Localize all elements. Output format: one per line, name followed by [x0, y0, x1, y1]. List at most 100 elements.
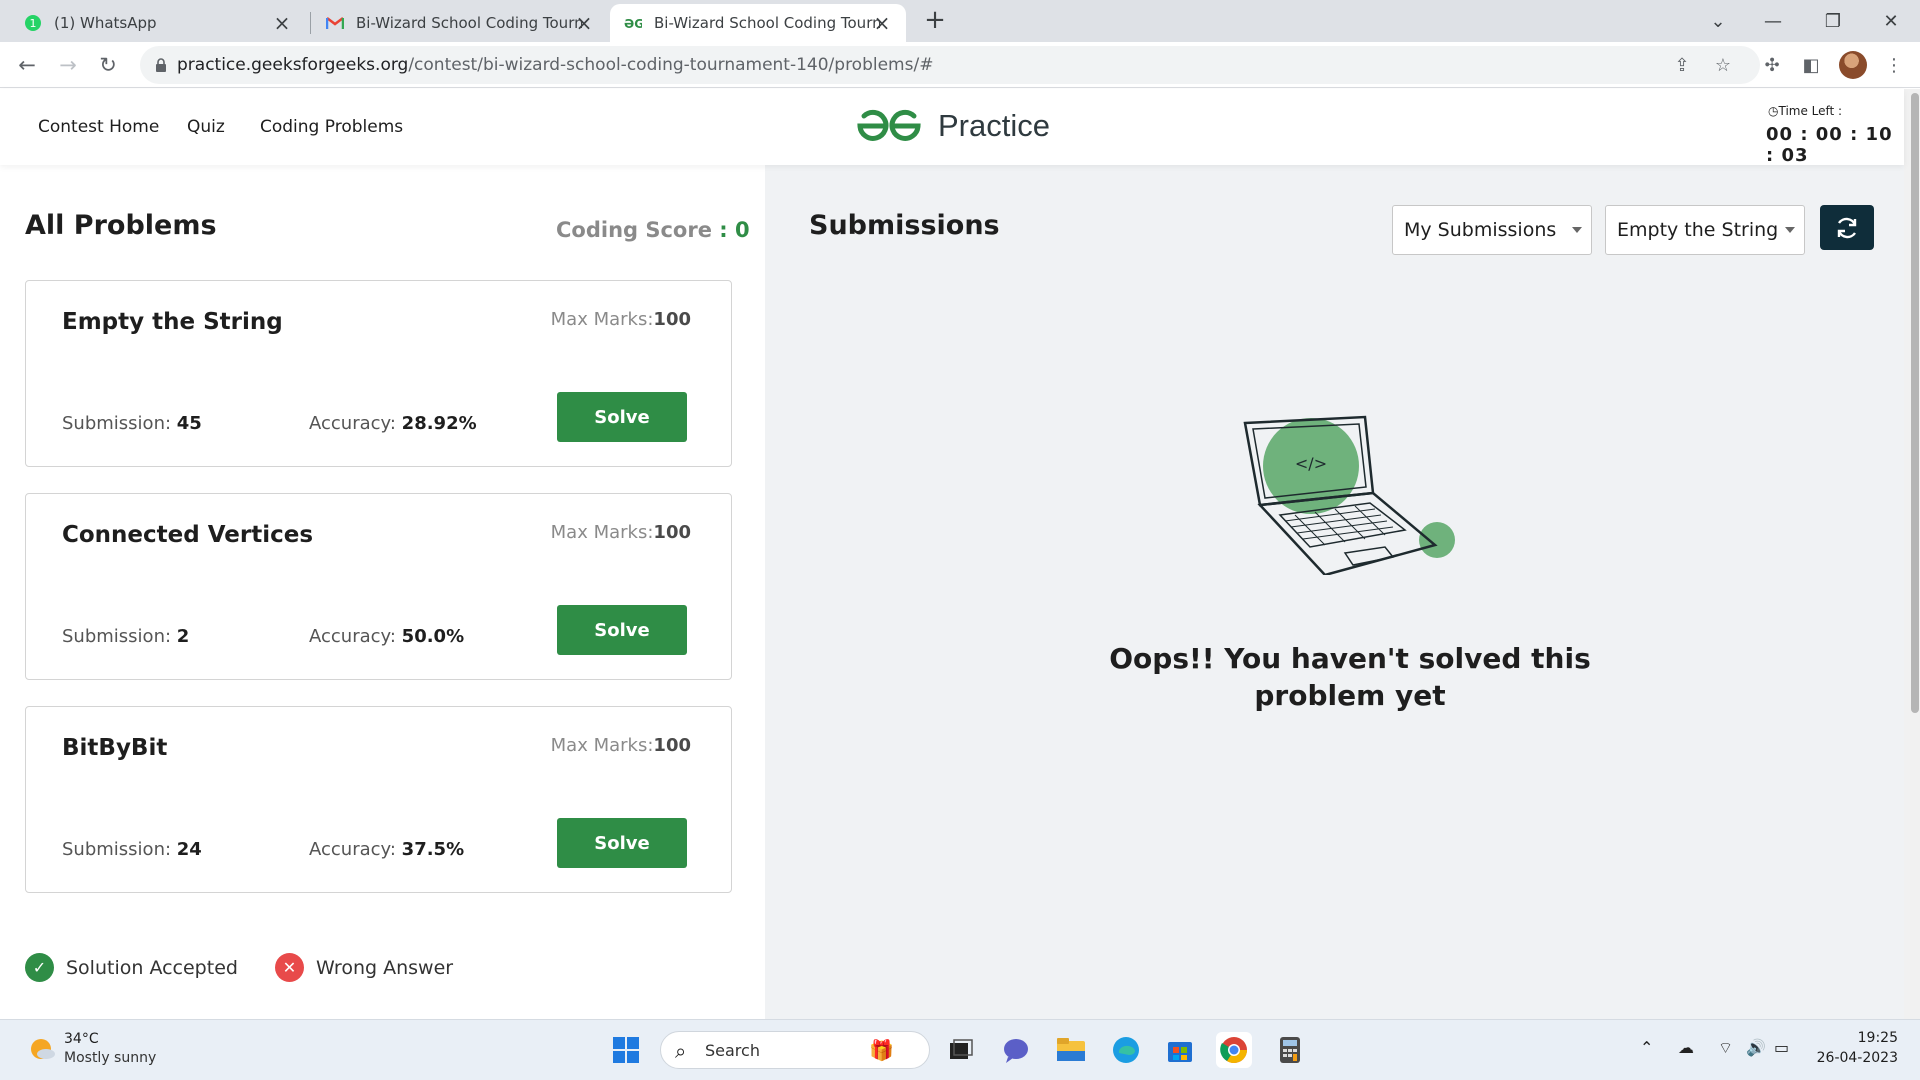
- legend-accepted: ✓ Solution Accepted: [25, 953, 238, 982]
- nav-coding-problems[interactable]: Coding Problems: [260, 117, 403, 137]
- page-scrollbar-thumb[interactable]: [1911, 93, 1919, 713]
- problems-panel: All Problems Coding Score : 0 Empty the …: [0, 165, 765, 1019]
- back-icon[interactable]: ←: [13, 51, 41, 79]
- submissions-filter-select[interactable]: My Submissions: [1392, 205, 1592, 255]
- search-highlight-icon: 🎁: [869, 1038, 894, 1062]
- tab-title: Bi-Wizard School Coding Tournam: [654, 14, 880, 32]
- calculator-icon[interactable]: [1272, 1032, 1308, 1068]
- svg-text:1: 1: [30, 17, 37, 30]
- legend-label: Solution Accepted: [66, 956, 238, 979]
- coding-score: Coding Score : 0: [556, 218, 750, 242]
- empty-state-message: Oops!! You haven't solved this problem y…: [1109, 642, 1591, 712]
- nav-quiz[interactable]: Quiz: [187, 117, 225, 137]
- battery-icon[interactable]: ▭: [1774, 1038, 1789, 1057]
- menu-kebab-icon[interactable]: ⋮: [1880, 51, 1908, 79]
- url-text: practice.geeksforgeeks.org/contest/bi-wi…: [177, 55, 934, 75]
- dropdown-caret-icon: [1785, 227, 1795, 233]
- volume-icon[interactable]: 🔊: [1746, 1038, 1766, 1057]
- search-label: Search: [705, 1041, 760, 1060]
- lock-icon[interactable]: [154, 58, 168, 72]
- taskbar-date[interactable]: 26-04-2023: [1788, 1050, 1898, 1066]
- whatsapp-icon: 1: [24, 14, 42, 32]
- problem-filter-select[interactable]: Empty the String: [1605, 205, 1805, 255]
- tab-search-icon[interactable]: ⌄: [1703, 6, 1733, 36]
- tab-gfg-active[interactable]: ƏG Bi-Wizard School Coding Tournam ×: [610, 4, 906, 42]
- onedrive-icon[interactable]: ☁: [1678, 1038, 1694, 1057]
- microsoft-store-icon[interactable]: [1162, 1032, 1198, 1068]
- close-window-button[interactable]: ✕: [1876, 6, 1906, 36]
- weather-temp[interactable]: 34°C: [64, 1031, 99, 1047]
- page-content: Contest Home Quiz Coding Problems Practi…: [0, 89, 1920, 1019]
- teams-chat-icon[interactable]: [998, 1032, 1034, 1068]
- minimize-button[interactable]: —: [1758, 6, 1788, 36]
- browser-toolbar: ← → ↻ practice.geeksforgeeks.org/contest…: [0, 42, 1920, 88]
- reload-icon[interactable]: ↻: [94, 51, 122, 79]
- taskbar-search[interactable]: ⌕ Search 🎁: [660, 1031, 930, 1069]
- max-marks: Max Marks:100: [550, 522, 691, 543]
- gfg-icon: ƏG: [624, 14, 642, 32]
- solve-button[interactable]: Solve: [557, 818, 687, 868]
- show-hidden-icons-chevron[interactable]: ⌃: [1640, 1038, 1653, 1057]
- weather-sun-icon[interactable]: [27, 1033, 57, 1063]
- accuracy: Accuracy: 50.0%: [309, 626, 465, 647]
- start-button[interactable]: [608, 1032, 644, 1068]
- all-problems-heading: All Problems: [25, 210, 217, 241]
- close-tab-icon[interactable]: ×: [872, 13, 892, 33]
- submissions-panel: Submissions My Submissions Empty the Str…: [765, 165, 1904, 1019]
- task-view-icon[interactable]: [943, 1032, 979, 1068]
- edge-browser-icon[interactable]: [1108, 1032, 1144, 1068]
- address-bar[interactable]: practice.geeksforgeeks.org/contest/bi-wi…: [140, 46, 1760, 84]
- tab-title: Bi-Wizard School Coding Tournam: [356, 14, 582, 32]
- accuracy: Accuracy: 28.92%: [309, 413, 477, 434]
- gfg-logo-icon: [857, 109, 921, 141]
- submissions-heading: Submissions: [809, 210, 1000, 241]
- site-header: Contest Home Quiz Coding Problems Practi…: [0, 89, 1904, 166]
- extensions-icon[interactable]: ✣: [1758, 51, 1786, 79]
- illustration-dot: [1419, 522, 1455, 558]
- legend-wrong: ✕ Wrong Answer: [275, 953, 453, 982]
- tab-gmail[interactable]: Bi-Wizard School Coding Tournam ×: [312, 4, 608, 42]
- search-icon: ⌕: [675, 1039, 687, 1063]
- forward-icon[interactable]: →: [54, 51, 82, 79]
- gfg-practice-logo[interactable]: Practice: [854, 107, 1050, 145]
- gmail-icon: [326, 14, 344, 32]
- svg-text:ƏG: ƏG: [624, 17, 642, 29]
- restore-button[interactable]: ❐: [1818, 6, 1848, 36]
- max-marks: Max Marks:100: [550, 735, 691, 756]
- profile-avatar[interactable]: [1839, 51, 1867, 79]
- legend-label: Wrong Answer: [316, 956, 454, 979]
- chrome-app-icon[interactable]: [1216, 1032, 1252, 1068]
- share-icon[interactable]: ⇪: [1671, 54, 1693, 76]
- solve-button[interactable]: Solve: [557, 392, 687, 442]
- taskbar-time[interactable]: 19:25: [1808, 1030, 1898, 1046]
- close-tab-icon[interactable]: ×: [574, 13, 594, 33]
- check-icon: ✓: [25, 953, 54, 982]
- new-tab-button[interactable]: +: [922, 7, 948, 34]
- time-left-value: 00 : 00 : 10 : 03: [1766, 124, 1893, 166]
- browser-tab-strip: 1 (1) WhatsApp × Bi-Wizard School Coding…: [0, 0, 1920, 42]
- nav-contest-home[interactable]: Contest Home: [38, 117, 159, 137]
- tab-whatsapp[interactable]: 1 (1) WhatsApp ×: [10, 4, 306, 42]
- submission-count: Submission: 2: [62, 626, 190, 647]
- solve-button[interactable]: Solve: [557, 605, 687, 655]
- time-left-label: ◷Time Left :: [1768, 104, 1843, 118]
- refresh-button[interactable]: [1820, 205, 1874, 250]
- laptop-illustration: </>: [1243, 415, 1455, 575]
- close-tab-icon[interactable]: ×: [272, 13, 292, 33]
- cross-icon: ✕: [275, 953, 304, 982]
- max-marks: Max Marks:100: [550, 309, 691, 330]
- problem-name[interactable]: Connected Vertices: [62, 522, 313, 548]
- select-value: My Submissions: [1404, 219, 1557, 241]
- bookmark-star-icon[interactable]: ☆: [1712, 54, 1734, 76]
- windows-taskbar: 34°C Mostly sunny ⌕ Search 🎁 ⌃ ☁ ⌔ 🔊 ▭ 1…: [0, 1019, 1920, 1080]
- problem-name[interactable]: BitByBit: [62, 735, 167, 761]
- wifi-icon[interactable]: ⌔: [1718, 1038, 1733, 1058]
- file-explorer-icon[interactable]: [1053, 1032, 1089, 1068]
- problem-name[interactable]: Empty the String: [62, 309, 283, 335]
- side-panel-icon[interactable]: ◧: [1797, 51, 1825, 79]
- problem-card: Empty the String Max Marks:100 Submissio…: [25, 280, 732, 467]
- tab-divider: [310, 12, 311, 34]
- weather-desc[interactable]: Mostly sunny: [64, 1050, 156, 1066]
- code-symbol-icon: </>: [1295, 454, 1327, 473]
- submission-count: Submission: 24: [62, 839, 202, 860]
